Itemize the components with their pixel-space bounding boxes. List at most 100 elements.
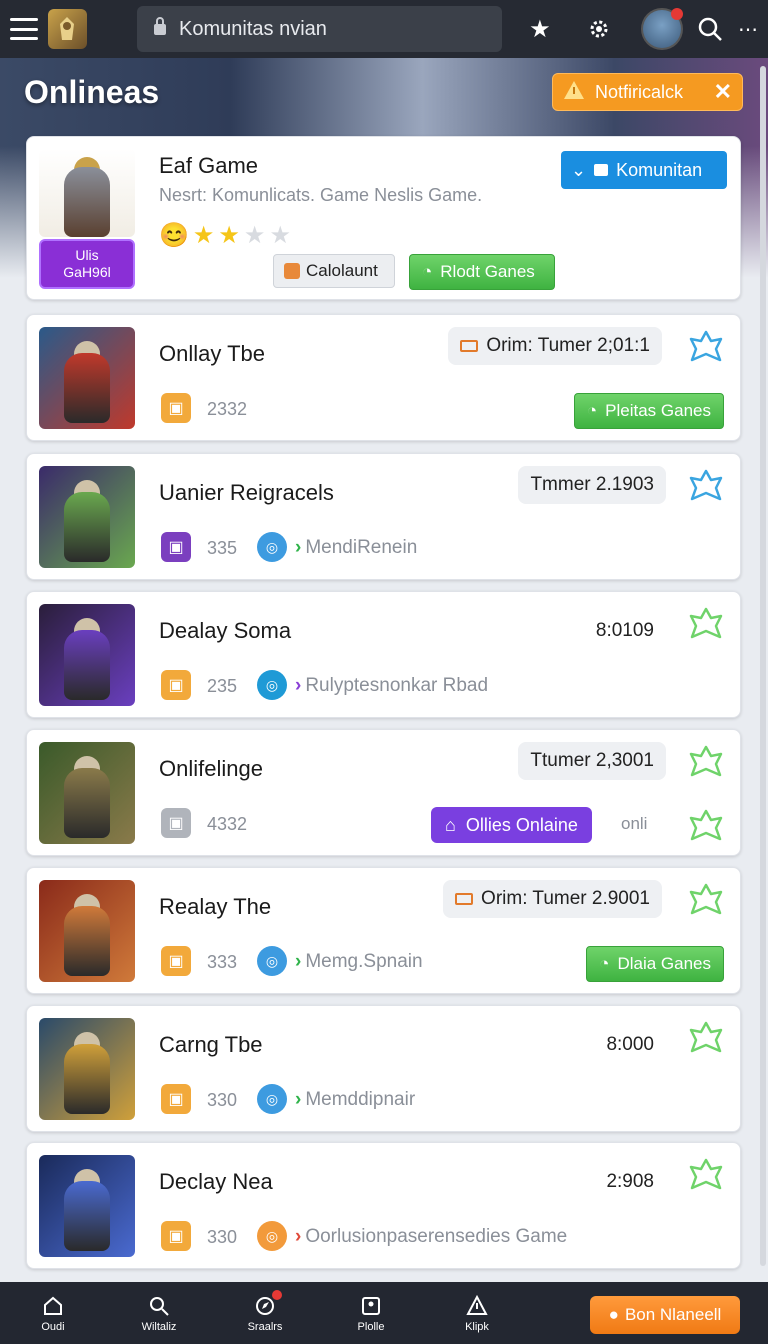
featured-game-card[interactable]: Ulis GaH96l Eaf Game Nesrt: Komunlicats.… — [26, 136, 741, 300]
globe-icon: ◎ — [257, 1084, 287, 1114]
featured-title: Eaf Game — [159, 153, 259, 178]
more-icon[interactable]: ⋯ — [738, 11, 758, 47]
calculator-icon — [284, 263, 300, 279]
game-thumbnail — [39, 604, 135, 706]
clock-icon: ◔ — [599, 954, 610, 973]
nav-label: Plolle — [357, 1320, 385, 1333]
meta-label: Rulyptesnonkar Rbad — [305, 675, 489, 696]
online-extra: onli — [621, 814, 648, 833]
game-meta: › Rulyptesnonkar Rbad — [295, 675, 489, 696]
search-icon[interactable] — [693, 11, 728, 47]
star-icon[interactable]: ★ — [522, 11, 557, 47]
game-card[interactable]: Declay Nea ▣ 330 ◎ › Oorlusionpaserensedies G… — [26, 1142, 741, 1269]
featured-badge: Ulis GaH96l — [39, 239, 135, 289]
nav-home[interactable]: Oudi — [0, 1294, 106, 1333]
game-card[interactable]: Onllay Tbe ▣ 2332 Orim: Tumer 2;01:1 ◔ Pleita… — [26, 314, 741, 441]
game-thumbnail — [39, 466, 135, 568]
search-icon — [147, 1294, 171, 1318]
badge-line2: GaH96l — [63, 264, 111, 280]
favorite-star-icon[interactable] — [687, 468, 725, 502]
play-games-button[interactable]: ◔ Pleitas Ganes — [573, 393, 724, 429]
nav-alerts[interactable]: Klipk — [424, 1294, 530, 1333]
clock-icon: ◔ — [422, 262, 433, 281]
lock-icon — [153, 16, 167, 42]
game-timer: 8:000 — [606, 1034, 654, 1055]
game-timer: Orim: Tumer 2;01:1 — [448, 327, 662, 365]
menu-icon[interactable] — [10, 18, 38, 40]
nav-profile[interactable]: Plolle — [318, 1294, 424, 1333]
timer-icon — [460, 340, 479, 352]
play-label: Rlodt Ganes — [440, 262, 535, 281]
meta-label: MendiRenein — [305, 537, 418, 558]
search-bar[interactable]: Komunitas nvian — [137, 6, 503, 52]
nav-activity[interactable]: Sraalrs — [212, 1289, 318, 1333]
nav-label: Klipk — [465, 1320, 489, 1333]
game-logo[interactable] — [47, 9, 88, 49]
meta-label: Oorlusionpaserensedies Game — [305, 1226, 568, 1247]
scrollbar[interactable] — [760, 66, 766, 1266]
game-count: 333 — [207, 952, 238, 972]
gear-icon[interactable] — [582, 11, 617, 47]
game-timer: 8:0109 — [595, 620, 654, 641]
page-title: Onlineas — [24, 74, 160, 110]
favorite-star-icon[interactable] — [687, 882, 725, 916]
game-meta: › Memg.Spnain — [295, 951, 423, 972]
online-button[interactable]: ⌂ Ollies Onlaine — [431, 807, 592, 843]
calc-label: Calolaunt — [306, 261, 378, 280]
follow-button[interactable]: ⌄ Komunitan — [561, 151, 727, 189]
button-label: Ollies Onlaine — [465, 814, 578, 835]
favorite-star-icon[interactable] — [687, 808, 725, 842]
top-bar: Komunitas nvian ★ ⋯ — [0, 0, 768, 58]
game-card[interactable]: Uanier Reigracels ▣ 335 ◎ › MendiRenein Tmmer … — [26, 453, 741, 580]
game-title: Carng Tbe — [159, 1032, 263, 1057]
featured-thumbnail — [39, 149, 135, 237]
nav-search[interactable]: Wiltaliz — [106, 1294, 212, 1333]
notification-button[interactable]: Notfiricalck ✕ — [552, 73, 743, 111]
game-timer: Tmmer 2.1903 — [518, 466, 666, 504]
play-button[interactable]: ◔ Rlodt Ganes — [409, 254, 555, 290]
game-card[interactable]: Realay The ▣ 333 ◎ › Memg.Spnain Orim: Tumer 2… — [26, 867, 741, 994]
star-empty-icon: ★ — [243, 222, 266, 249]
favorite-star-icon[interactable] — [687, 744, 725, 778]
game-card[interactable]: Onlifelinge ▣ 4332 Ttumer 2,3001 ⌂ Ollies Onl… — [26, 729, 741, 856]
timer-label: Tmmer 2.1903 — [530, 474, 654, 495]
meta-label: Memg.Spnain — [305, 951, 423, 972]
warning-icon — [563, 80, 585, 105]
avatar[interactable] — [641, 8, 683, 50]
featured-subtitle: Nesrt: Komunlicats. Game Neslis Game. — [159, 185, 483, 205]
resource-icon: ▣ — [161, 393, 191, 423]
game-title: Onlifelinge — [159, 756, 263, 781]
play-games-button[interactable]: ◔ Dlaia Ganes — [586, 946, 724, 982]
cta-button[interactable]: ● Bon Nlaneell — [590, 1296, 740, 1334]
button-label: Pleitas Ganes — [605, 401, 711, 420]
resource-icon: ▣ — [161, 1084, 191, 1114]
favorite-star-icon[interactable] — [687, 1157, 725, 1191]
home-icon: ⌂ — [445, 814, 456, 835]
star-filled-icon: ★ — [218, 222, 240, 249]
favorite-star-icon[interactable] — [687, 329, 725, 363]
timer-label: Ttumer 2,3001 — [530, 750, 654, 771]
game-timer: Orim: Tumer 2.9001 — [443, 880, 662, 918]
notification-dot — [670, 8, 683, 20]
game-thumbnail — [39, 742, 135, 844]
game-count: 330 — [207, 1227, 238, 1247]
close-icon[interactable]: ✕ — [714, 79, 732, 105]
timer-label: Orim: Tumer 2.9001 — [481, 888, 650, 909]
globe-icon: ◎ — [257, 532, 287, 562]
profile-icon — [359, 1294, 383, 1318]
star-empty-icon: ★ — [269, 222, 291, 249]
game-title: Dealay Soma — [159, 618, 292, 643]
globe-icon: ◎ — [257, 1221, 287, 1251]
favorite-star-icon[interactable] — [687, 606, 725, 640]
game-title: Uanier Reigracels — [159, 480, 334, 505]
game-meta: › Memddipnair — [295, 1089, 416, 1110]
game-card[interactable]: Carng Tbe ▣ 330 ◎ › Memddipnair 8:000 — [26, 1005, 741, 1132]
game-title: Onllay Tbe — [159, 341, 265, 366]
game-count: 235 — [207, 676, 238, 696]
favorite-star-icon[interactable] — [687, 1020, 725, 1054]
star-filled-icon: ★ — [192, 222, 215, 249]
resource-icon: ▣ — [161, 808, 191, 838]
game-card[interactable]: Dealay Soma ▣ 235 ◎ › Rulyptesnonkar Rbad 8:01… — [26, 591, 741, 718]
rating-stars: 😊 ★ ★ ★ ★ — [159, 221, 291, 250]
calculate-button[interactable]: Calolaunt — [273, 254, 395, 288]
